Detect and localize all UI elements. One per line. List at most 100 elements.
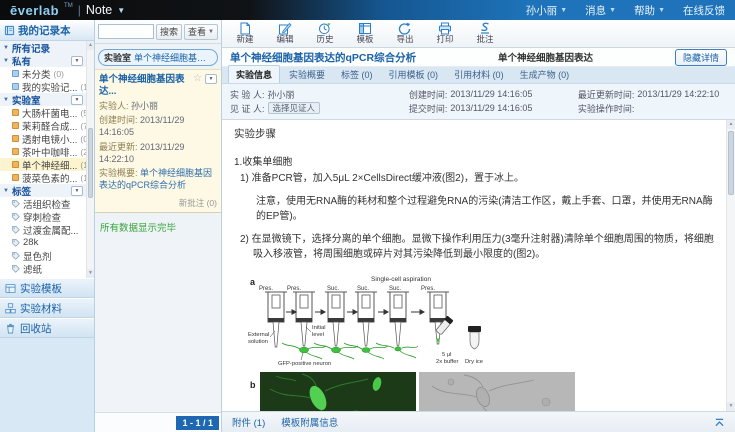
template-button[interactable]: 模板 bbox=[350, 22, 380, 44]
tab-referenced-templates[interactable]: 引用模板 (0) bbox=[382, 66, 446, 83]
content-scrollbar[interactable]: ▲ ▼ bbox=[726, 120, 735, 411]
tab-products[interactable]: 生成产物 (0) bbox=[513, 66, 577, 83]
user-menu[interactable]: 孙小丽▼ bbox=[526, 3, 567, 18]
sidebar-item-lab-4-selected[interactable]: 单个神经细... (1) bbox=[0, 158, 86, 171]
tab-tags[interactable]: 标签 (0) bbox=[334, 66, 380, 83]
list-end-message: 所有数据显示完毕 bbox=[95, 213, 221, 241]
sidebar-scrollbar[interactable]: ▲ ▼ bbox=[86, 41, 94, 278]
attachments-link[interactable]: 附件 (1) bbox=[232, 415, 265, 429]
experimenter-value: 孙小丽 bbox=[268, 88, 295, 101]
templates-icon bbox=[5, 283, 16, 294]
app-window: ēverlab TM | Note ▼ 孙小丽▼ 消息▼ 帮助▼ 在线反馈 我的… bbox=[0, 0, 735, 432]
tab-referenced-materials[interactable]: 引用材料 (0) bbox=[447, 66, 511, 83]
edit-button[interactable]: 编辑 bbox=[270, 22, 300, 44]
section-menu-button[interactable]: ▼ bbox=[71, 186, 83, 196]
sidebar-tag-1[interactable]: 穿刺检查 bbox=[0, 210, 86, 223]
sidebar-item-lab-1[interactable]: 茉莉醛合成... (7) bbox=[0, 119, 86, 132]
sidebar-item-templates[interactable]: 实验模板 bbox=[0, 278, 94, 298]
star-icon[interactable]: ☆ bbox=[193, 74, 202, 84]
document-subtitle: 单个神经细胞基因表达 bbox=[424, 50, 667, 64]
list-footer: 1 - 1 / 1 bbox=[95, 412, 221, 432]
hide-details-button[interactable]: 隐藏详情 bbox=[675, 49, 727, 66]
svg-text:5 μl: 5 μl bbox=[442, 352, 451, 358]
choose-witness-button[interactable]: 选择见证人 bbox=[268, 102, 321, 114]
experiment-card[interactable]: 单个神经细胞基因表达... ☆ ▼ 实验人: 孙小丽 创建时间: 2013/11… bbox=[95, 69, 221, 213]
search-input[interactable] bbox=[98, 24, 154, 39]
figure-single-cell-aspiration: a Single-cell aspiration Pres. Pres. Suc… bbox=[246, 272, 586, 411]
document-header: 单个神经细胞基因表达的qPCR综合分析 单个神经细胞基因表达 隐藏详情 bbox=[222, 48, 735, 66]
view-dropdown-button[interactable]: 查看▼ bbox=[184, 24, 218, 40]
print-button[interactable]: 打印 bbox=[430, 22, 460, 44]
section-menu-button[interactable]: ▼ bbox=[71, 56, 83, 66]
sidebar-item-my-experiments[interactable]: 我的实验记... (1) bbox=[0, 80, 86, 93]
sidebar-item-lab-0[interactable]: 大肠杆菌电... (5) bbox=[0, 106, 86, 119]
svg-text:Dry ice: Dry ice bbox=[465, 359, 483, 365]
svg-text:GFP-positive neuron: GFP-positive neuron bbox=[278, 361, 331, 367]
sidebar-item-recycle-bin[interactable]: 回收站 bbox=[0, 318, 94, 338]
sidebar-tag-0[interactable]: 活组织检查 bbox=[0, 197, 86, 210]
step-1: 1) 准备PCR管，加入5μL 2×CellsDirect缓冲液(图2)，置于冰… bbox=[240, 171, 716, 186]
tag-icon bbox=[12, 226, 20, 234]
sidebar-section-all-records[interactable]: ▼ 所有记录 bbox=[0, 41, 86, 54]
sidebar-tag-3[interactable]: 28k bbox=[0, 236, 86, 249]
tab-experiment-info[interactable]: 实验信息 bbox=[228, 65, 280, 83]
svg-text:Pres.: Pres. bbox=[421, 286, 435, 292]
steps-section-title: 实验步骤 bbox=[234, 127, 716, 143]
logo-area[interactable]: ēverlab TM | Note ▼ bbox=[10, 3, 125, 18]
notebook-icon bbox=[12, 161, 19, 168]
scroll-thumb[interactable] bbox=[728, 131, 734, 195]
sidebar-tag-5[interactable]: 滤纸 bbox=[0, 262, 86, 275]
notebook-icon bbox=[12, 135, 19, 142]
top-menu: 孙小丽▼ 消息▼ 帮助▼ 在线反馈 bbox=[526, 3, 725, 18]
messages-menu[interactable]: 消息▼ bbox=[585, 3, 616, 18]
collapse-footer-icon[interactable] bbox=[714, 418, 725, 427]
product-chevron-icon[interactable]: ▼ bbox=[117, 6, 125, 15]
sidebar-section-tags[interactable]: ▼ 标签 ▼ bbox=[0, 184, 86, 197]
scroll-down-icon[interactable]: ▼ bbox=[87, 269, 94, 278]
sidebar-item-lab-5[interactable]: 菠菜色素的... (1) bbox=[0, 171, 86, 184]
filter-chip[interactable]: 实验室 单个神经细胞基因表达 bbox=[98, 49, 218, 66]
sidebar-item-lab-3[interactable]: 茶叶中咖啡... (2) bbox=[0, 145, 86, 158]
notebook-icon bbox=[12, 109, 19, 116]
sidebar-item-uncategorized[interactable]: 未分类 (0) bbox=[0, 67, 86, 80]
new-annotations-count[interactable]: 新批注 (0) bbox=[99, 197, 217, 209]
owner-value: 孙小丽 bbox=[131, 101, 158, 111]
feedback-link[interactable]: 在线反馈 bbox=[683, 3, 725, 18]
diagram-title: Single-cell aspiration bbox=[371, 276, 431, 283]
history-button[interactable]: 历史 bbox=[310, 22, 340, 44]
my-notebooks-header[interactable]: 我的记录本 bbox=[0, 20, 94, 41]
scroll-up-icon[interactable]: ▲ bbox=[727, 120, 735, 129]
experiment-content[interactable]: 实验步骤 1.收集单细胞 1) 准备PCR管，加入5μL 2×CellsDire… bbox=[222, 120, 726, 411]
chevron-down-icon: ▼ bbox=[208, 29, 214, 35]
sidebar-section-private[interactable]: ▼ 私有 ▼ bbox=[0, 54, 86, 67]
filter-chip-row: 实验室 单个神经细胞基因表达 bbox=[95, 44, 221, 69]
new-button[interactable]: 新建 bbox=[230, 22, 260, 44]
step-1-note: 注意，使用无RNA酶的耗材和整个过程避免RNA的污染(清洁工作区，戴上手套、口罩… bbox=[256, 194, 716, 224]
export-button[interactable]: 导出 bbox=[390, 22, 420, 44]
notebook-tree: ▼ 所有记录 ▼ 私有 ▼ 未分类 (0) 我的 bbox=[0, 41, 94, 278]
sidebar-section-lab[interactable]: ▼ 实验室 ▼ bbox=[0, 93, 86, 106]
sidebar-tag-4[interactable]: 显色剂 bbox=[0, 249, 86, 262]
scroll-down-icon[interactable]: ▼ bbox=[727, 402, 735, 411]
pager[interactable]: 1 - 1 / 1 bbox=[176, 416, 219, 430]
scroll-up-icon[interactable]: ▲ bbox=[87, 41, 94, 50]
template-info-link[interactable]: 模板附属信息 bbox=[281, 415, 338, 429]
experiment-card-title[interactable]: 单个神经细胞基因表达... bbox=[99, 74, 190, 98]
triangle-down-icon: ▼ bbox=[3, 45, 9, 51]
section-menu-button[interactable]: ▼ bbox=[71, 95, 83, 105]
document-title: 单个神经细胞基因表达的qPCR综合分析 bbox=[230, 50, 416, 65]
sidebar-item-lab-2[interactable]: 透射电镜小... (0) bbox=[0, 132, 86, 145]
logo-trademark: TM bbox=[64, 3, 73, 9]
sidebar-item-materials[interactable]: 实验材料 bbox=[0, 298, 94, 318]
tab-experiment-summary[interactable]: 实验概要 bbox=[282, 66, 332, 83]
experiment-list-panel: 搜索 查看▼ 实验室 单个神经细胞基因表达 单个神经细胞基因表达... ☆ ▼ … bbox=[95, 20, 222, 432]
annotate-button[interactable]: 批注 bbox=[470, 22, 500, 44]
sidebar-tag-2[interactable]: 过渡金属配... bbox=[0, 223, 86, 236]
tag-icon bbox=[12, 265, 20, 273]
chevron-down-icon: ▼ bbox=[658, 7, 665, 14]
help-menu[interactable]: 帮助▼ bbox=[634, 3, 665, 18]
search-bar: 搜索 查看▼ bbox=[95, 20, 221, 44]
search-button[interactable]: 搜索 bbox=[156, 24, 182, 40]
card-menu-button[interactable]: ▼ bbox=[205, 74, 217, 84]
scroll-thumb[interactable] bbox=[88, 128, 93, 198]
